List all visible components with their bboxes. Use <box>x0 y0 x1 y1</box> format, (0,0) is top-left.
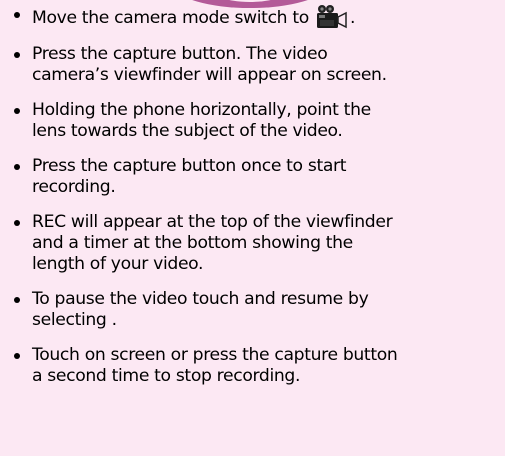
list-item: To pause the video touch and resume by s… <box>12 289 502 331</box>
step-text: Move the camera mode switch to <box>32 8 314 28</box>
list-item: REC will appear at the top of the viewfi… <box>12 212 502 275</box>
list-item: Press the capture button. The video came… <box>12 44 502 86</box>
list-item: Holding the phone horizontally, point th… <box>12 100 502 142</box>
list-item: Press the capture button once to start r… <box>12 156 502 198</box>
step-suffix: . <box>350 8 356 28</box>
list-item: Move the camera mode switch to . <box>12 4 502 30</box>
instruction-list: Move the camera mode switch to . Press t… <box>12 4 502 401</box>
video-camera-icon <box>316 4 350 30</box>
list-item: Touch on screen or press the capture but… <box>12 345 502 387</box>
